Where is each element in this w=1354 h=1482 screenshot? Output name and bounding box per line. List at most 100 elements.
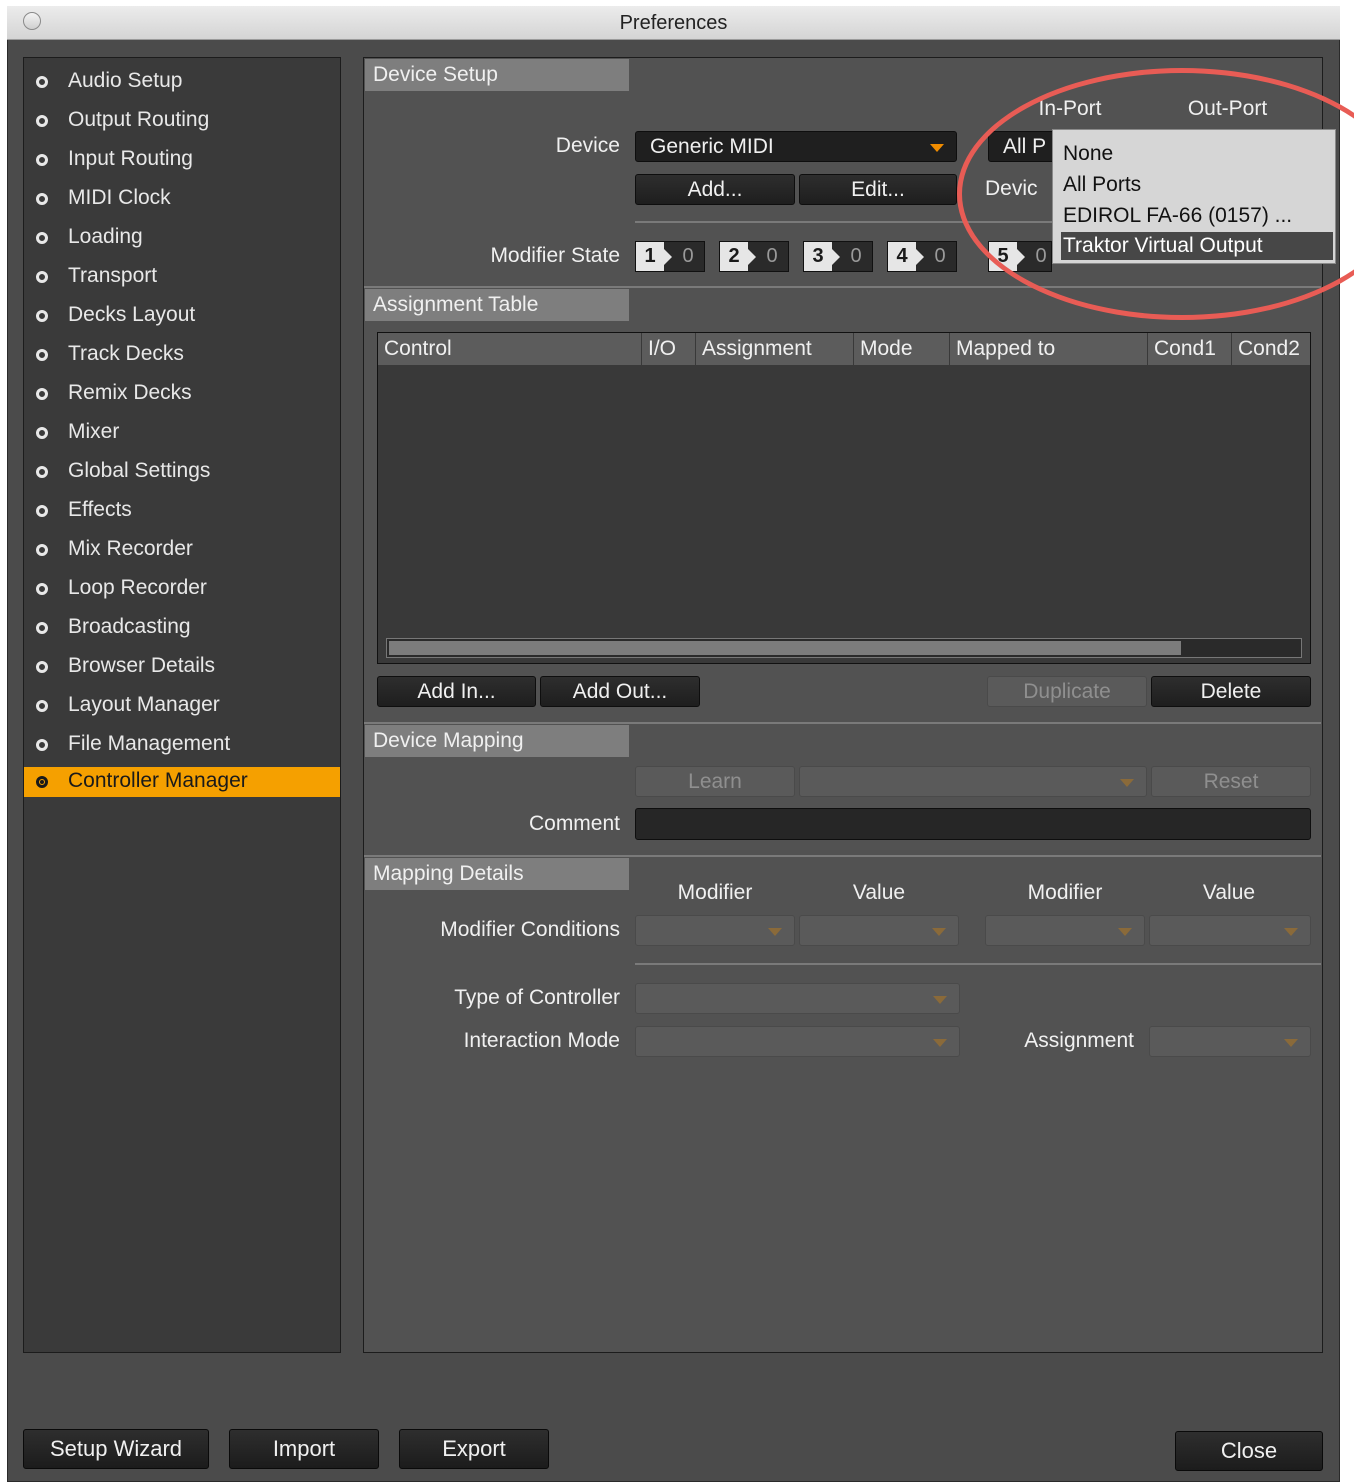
column-header-cond2[interactable]: Cond2 (1232, 333, 1310, 365)
divider (635, 963, 1321, 965)
table-header-row: Control I/O Assignment Mode Mapped to Co… (378, 333, 1310, 365)
assignment-table[interactable]: Control I/O Assignment Mode Mapped to Co… (377, 332, 1311, 664)
radio-dot-icon (36, 466, 48, 478)
reset-button[interactable]: Reset (1151, 766, 1311, 797)
condition2-modifier-select[interactable] (985, 915, 1145, 946)
column-header-assignment[interactable]: Assignment (696, 333, 854, 365)
device-label: Device (555, 134, 620, 157)
comment-label: Comment (528, 812, 620, 835)
add-device-button[interactable]: Add... (635, 174, 795, 205)
setup-wizard-button[interactable]: Setup Wizard (23, 1429, 209, 1469)
chevron-down-icon (933, 996, 947, 1004)
duplicate-button[interactable]: Duplicate (987, 676, 1147, 707)
sidebar-item-layout-manager[interactable]: Layout Manager (24, 691, 340, 721)
chevron-down-icon (1120, 779, 1134, 787)
sidebar-item-output-routing[interactable]: Output Routing (24, 106, 340, 136)
condition1-modifier-select[interactable] (635, 915, 795, 946)
device-setup-header: Device Setup (365, 59, 629, 91)
import-button[interactable]: Import (229, 1429, 379, 1469)
modifier-state-2[interactable]: 20 (719, 241, 789, 272)
radio-dot-icon (36, 700, 48, 712)
device-select[interactable]: Generic MIDI (635, 131, 957, 162)
radio-dot-icon (36, 505, 48, 517)
sidebar-item-decks-layout[interactable]: Decks Layout (24, 301, 340, 331)
interaction-mode-select[interactable] (635, 1026, 960, 1057)
sidebar-item-audio-setup[interactable]: Audio Setup (24, 67, 340, 97)
sidebar-item-mixer[interactable]: Mixer (24, 418, 340, 448)
chevron-down-icon (1118, 928, 1132, 936)
horizontal-scrollbar[interactable] (386, 638, 1302, 658)
sidebar-item-loading[interactable]: Loading (24, 223, 340, 253)
column-header-control[interactable]: Control (378, 333, 642, 365)
sidebar-item-mix-recorder[interactable]: Mix Recorder (24, 535, 340, 565)
radio-dot-icon (36, 583, 48, 595)
comment-field[interactable] (635, 808, 1311, 840)
column-header-mode[interactable]: Mode (854, 333, 950, 365)
device-mapping-header: Device Mapping (365, 725, 629, 757)
modifier-state-1[interactable]: 10 (635, 241, 705, 272)
radio-selected-icon (36, 776, 48, 788)
radio-dot-icon (36, 232, 48, 244)
add-in-button[interactable]: Add In... (377, 676, 536, 707)
sidebar-item-transport[interactable]: Transport (24, 262, 340, 292)
radio-dot-icon (36, 115, 48, 127)
modifier-state-4[interactable]: 40 (887, 241, 957, 272)
learn-button[interactable]: Learn (635, 766, 795, 797)
divider (364, 722, 1321, 724)
modifier-column-label-2: Modifier (1027, 881, 1103, 904)
chevron-down-icon (930, 144, 944, 152)
sidebar-item-file-management[interactable]: File Management (24, 730, 340, 760)
sidebar-item-midi-clock[interactable]: MIDI Clock (24, 184, 340, 214)
sidebar-item-controller-manager[interactable]: Controller Manager (24, 767, 340, 797)
sidebar-item-browser-details[interactable]: Browser Details (24, 652, 340, 682)
sidebar-item-global-settings[interactable]: Global Settings (24, 457, 340, 487)
interaction-mode-label: Interaction Mode (463, 1029, 620, 1052)
sidebar-item-effects[interactable]: Effects (24, 496, 340, 526)
radio-dot-icon (36, 154, 48, 166)
modifier-conditions-label: Modifier Conditions (440, 918, 620, 941)
chevron-down-icon (1284, 1039, 1298, 1047)
delete-button[interactable]: Delete (1151, 676, 1311, 707)
modifier-state-3[interactable]: 30 (803, 241, 873, 272)
assignment-select[interactable] (1149, 1026, 1311, 1057)
sidebar-item-broadcasting[interactable]: Broadcasting (24, 613, 340, 643)
radio-dot-icon (36, 271, 48, 283)
chevron-down-icon (933, 1039, 947, 1047)
value-column-label-2: Value (1202, 881, 1256, 904)
window-title: Preferences (619, 12, 728, 34)
preferences-sidebar: Audio Setup Output Routing Input Routing… (23, 57, 341, 1353)
add-out-button[interactable]: Add Out... (540, 676, 700, 707)
radio-dot-icon (36, 739, 48, 751)
sidebar-item-remix-decks[interactable]: Remix Decks (24, 379, 340, 409)
column-header-io[interactable]: I/O (642, 333, 696, 365)
value-column-label-1: Value (852, 881, 906, 904)
column-header-mapped-to[interactable]: Mapped to (950, 333, 1148, 365)
radio-dot-icon (36, 427, 48, 439)
radio-dot-icon (36, 388, 48, 400)
assignment-label: Assignment (1024, 1029, 1134, 1052)
radio-dot-icon (36, 193, 48, 205)
chevron-down-icon (932, 928, 946, 936)
learn-target-select[interactable] (799, 766, 1147, 797)
close-button[interactable]: Close (1175, 1431, 1323, 1471)
type-of-controller-select[interactable] (635, 983, 960, 1014)
column-header-cond1[interactable]: Cond1 (1148, 333, 1232, 365)
modifier-column-label-1: Modifier (677, 881, 753, 904)
sidebar-item-input-routing[interactable]: Input Routing (24, 145, 340, 175)
edit-device-button[interactable]: Edit... (799, 174, 957, 205)
radio-dot-icon (36, 622, 48, 634)
chevron-down-icon (1284, 928, 1298, 936)
device-select-value: Generic MIDI (650, 135, 774, 158)
radio-dot-icon (36, 349, 48, 361)
radio-dot-icon (36, 310, 48, 322)
condition1-value-select[interactable] (799, 915, 959, 946)
export-button[interactable]: Export (399, 1429, 549, 1469)
sidebar-item-loop-recorder[interactable]: Loop Recorder (24, 574, 340, 604)
condition2-value-select[interactable] (1149, 915, 1311, 946)
radio-dot-icon (36, 76, 48, 88)
scrollbar-thumb[interactable] (389, 641, 1181, 655)
sidebar-item-track-decks[interactable]: Track Decks (24, 340, 340, 370)
modifier-state-label: Modifier State (490, 244, 620, 267)
type-of-controller-label: Type of Controller (454, 986, 620, 1009)
radio-dot-icon (36, 661, 48, 673)
